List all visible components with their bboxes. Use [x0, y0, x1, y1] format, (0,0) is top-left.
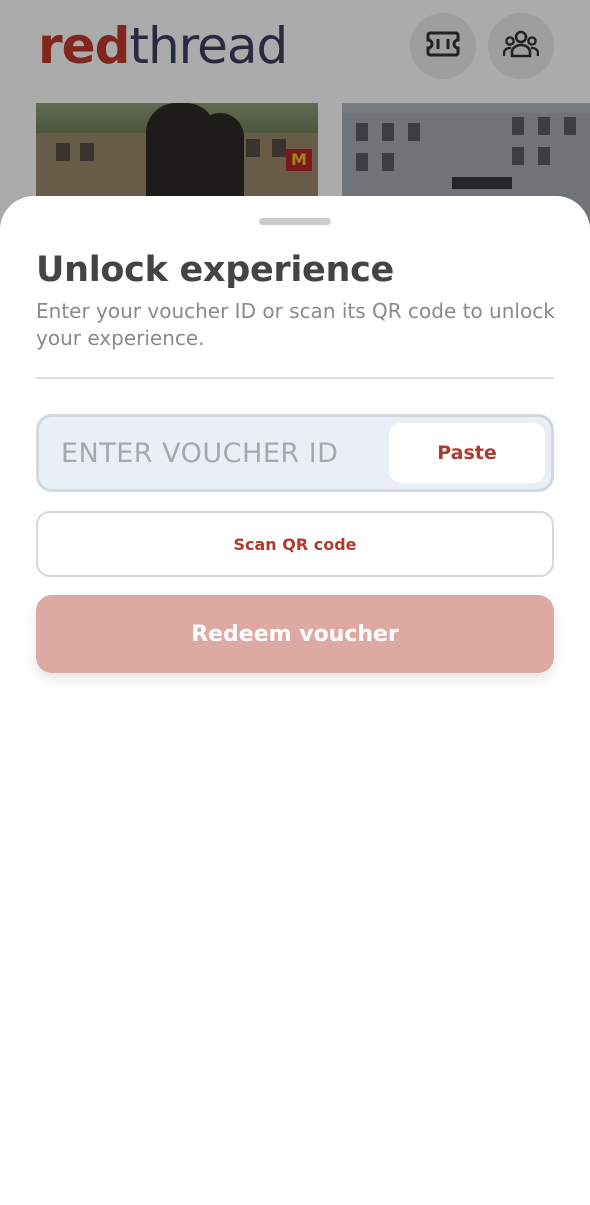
divider [36, 377, 554, 379]
sheet-subtitle: Enter your voucher ID or scan its QR cod… [36, 299, 555, 350]
voucher-id-field: Paste [36, 414, 554, 492]
paste-button[interactable]: Paste [389, 423, 545, 483]
sheet-drag-handle[interactable] [259, 218, 331, 225]
unlock-experience-sheet: Unlock experience Enter your voucher ID … [0, 196, 590, 1205]
sheet-title: Unlock experience [36, 250, 394, 290]
voucher-id-input[interactable] [61, 417, 381, 489]
redeem-voucher-button[interactable]: Redeem voucher [36, 595, 554, 673]
scan-qr-code-button[interactable]: Scan QR code [36, 511, 554, 577]
